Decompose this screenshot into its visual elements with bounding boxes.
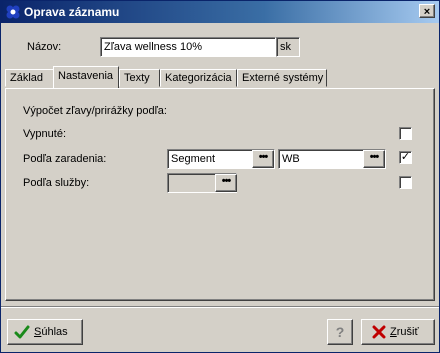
segment-browse-button[interactable]: •••	[252, 150, 274, 168]
language-code-field: sk	[276, 37, 300, 57]
segment-value: Segment	[171, 153, 216, 165]
suhlas-label: Súhlas	[34, 326, 68, 338]
app-icon	[6, 5, 20, 19]
zaradenie-checkbox[interactable]: ✓	[399, 151, 412, 164]
help-button[interactable]: ?	[327, 319, 353, 345]
tab-externe-systemy[interactable]: Externé systémy	[237, 69, 327, 87]
tab-nastavenia[interactable]: Nastavenia	[53, 66, 119, 88]
dialog-window: Oprava záznamu × Názov: Zľava wellness 1…	[0, 0, 440, 353]
settings-panel	[5, 88, 435, 301]
nazov-input[interactable]: Zľava wellness 10%	[100, 37, 276, 57]
zrusit-label: Zrušiť	[390, 326, 419, 338]
check-icon	[14, 325, 30, 339]
close-button[interactable]: ×	[419, 4, 435, 18]
segment-value-text: WB	[282, 153, 300, 165]
bottom-separator	[1, 306, 439, 308]
sluzba-label: Podľa služby:	[23, 177, 90, 189]
tab-kategorizacia[interactable]: Kategorizácia	[160, 69, 237, 87]
segment-value-browse-button[interactable]: •••	[363, 150, 385, 168]
suhlas-button[interactable]: Súhlas	[7, 319, 83, 345]
tab-texty[interactable]: Texty	[119, 69, 160, 87]
tab-zaklad[interactable]: Základ	[5, 69, 54, 87]
help-icon: ?	[335, 324, 345, 340]
calculation-heading: Výpočet zľavy/prirážky podľa:	[23, 105, 167, 117]
zrusit-button[interactable]: Zrušiť	[361, 319, 435, 345]
nazov-label: Názov:	[27, 41, 62, 53]
title-bar[interactable]: Oprava záznamu ×	[1, 1, 439, 23]
sluzba-checkbox[interactable]	[399, 176, 412, 189]
vypnute-checkbox[interactable]	[399, 127, 412, 140]
vypnute-label: Vypnuté:	[23, 128, 67, 140]
zaradenie-label: Podľa zaradenia:	[23, 153, 107, 165]
sluzba-browse-button[interactable]: •••	[215, 174, 237, 192]
window-title: Oprava záznamu	[24, 5, 120, 19]
cancel-x-icon	[372, 325, 386, 339]
